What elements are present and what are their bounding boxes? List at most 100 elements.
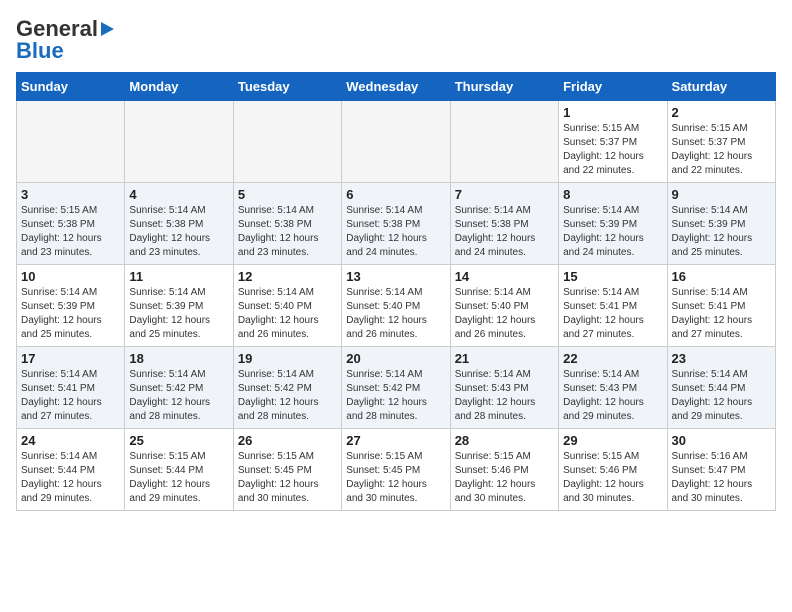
calendar-cell: 30 Sunrise: 5:16 AMSunset: 5:47 PMDayligh… bbox=[667, 429, 775, 511]
cell-info: Sunrise: 5:14 AMSunset: 5:43 PMDaylight:… bbox=[563, 368, 662, 424]
header-wednesday: Wednesday bbox=[342, 73, 450, 101]
logo: General Blue bbox=[16, 16, 116, 64]
calendar-cell: 1Sunrise: 5:15 AMSunset: 5:37 PMDaylight… bbox=[559, 101, 667, 183]
header-thursday: Thursday bbox=[450, 73, 558, 101]
day-number: 11 bbox=[129, 269, 228, 284]
calendar-cell: 14 Sunrise: 5:14 AMSunset: 5:40 PMDayligh… bbox=[450, 265, 558, 347]
calendar-cell: 28Sunrise: 5:15 AMSunset: 5:46 PMDayligh… bbox=[450, 429, 558, 511]
day-number: 27 bbox=[346, 433, 445, 448]
calendar-cell bbox=[233, 101, 341, 183]
cell-info: Sunrise: 5:14 AMSunset: 5:44 PMDaylight:… bbox=[672, 368, 771, 424]
calendar-cell: 6 Sunrise: 5:14 AMSunset: 5:38 PMDaylight… bbox=[342, 183, 450, 265]
cell-info: Sunrise: 5:14 AMSunset: 5:41 PMDaylight:… bbox=[563, 286, 662, 342]
cell-info: Sunrise: 5:14 AMSunset: 5:38 PMDaylight:… bbox=[455, 204, 554, 260]
calendar-cell: 25 Sunrise: 5:15 AMSunset: 5:44 PMDayligh… bbox=[125, 429, 233, 511]
day-number: 14 bbox=[455, 269, 554, 284]
calendar-cell: 16Sunrise: 5:14 AMSunset: 5:41 PMDayligh… bbox=[667, 265, 775, 347]
cell-info: Sunrise: 5:15 AMSunset: 5:37 PMDaylight:… bbox=[563, 122, 662, 178]
calendar-week-row: 24Sunrise: 5:14 AMSunset: 5:44 PMDayligh… bbox=[17, 429, 776, 511]
calendar-week-row: 10 Sunrise: 5:14 AMSunset: 5:39 PMDayligh… bbox=[17, 265, 776, 347]
day-number: 4 bbox=[129, 187, 228, 202]
day-number: 23 bbox=[672, 351, 771, 366]
calendar-cell bbox=[450, 101, 558, 183]
calendar-week-row: 1Sunrise: 5:15 AMSunset: 5:37 PMDaylight… bbox=[17, 101, 776, 183]
header-saturday: Saturday bbox=[667, 73, 775, 101]
calendar-cell: 11 Sunrise: 5:14 AMSunset: 5:39 PMDayligh… bbox=[125, 265, 233, 347]
day-number: 8 bbox=[563, 187, 662, 202]
day-number: 12 bbox=[238, 269, 337, 284]
day-number: 16 bbox=[672, 269, 771, 284]
day-number: 29 bbox=[563, 433, 662, 448]
day-number: 13 bbox=[346, 269, 445, 284]
cell-info: Sunrise: 5:14 AMSunset: 5:39 PMDaylight:… bbox=[129, 286, 228, 342]
cell-info: Sunrise: 5:14 AMSunset: 5:39 PMDaylight:… bbox=[21, 286, 120, 342]
calendar-cell: 29 Sunrise: 5:15 AMSunset: 5:46 PMDayligh… bbox=[559, 429, 667, 511]
calendar-cell: 18Sunrise: 5:14 AMSunset: 5:42 PMDayligh… bbox=[125, 347, 233, 429]
header-friday: Friday bbox=[559, 73, 667, 101]
calendar-cell: 19Sunrise: 5:14 AMSunset: 5:42 PMDayligh… bbox=[233, 347, 341, 429]
calendar-cell: 22 Sunrise: 5:14 AMSunset: 5:43 PMDayligh… bbox=[559, 347, 667, 429]
day-number: 17 bbox=[21, 351, 120, 366]
day-number: 21 bbox=[455, 351, 554, 366]
cell-info: Sunrise: 5:15 AMSunset: 5:38 PMDaylight:… bbox=[21, 204, 120, 260]
calendar-cell: 20Sunrise: 5:14 AMSunset: 5:42 PMDayligh… bbox=[342, 347, 450, 429]
day-number: 19 bbox=[238, 351, 337, 366]
cell-info: Sunrise: 5:14 AMSunset: 5:38 PMDaylight:… bbox=[238, 204, 337, 260]
cell-info: Sunrise: 5:14 AMSunset: 5:39 PMDaylight:… bbox=[672, 204, 771, 260]
cell-info: Sunrise: 5:15 AMSunset: 5:45 PMDaylight:… bbox=[238, 450, 337, 506]
cell-info: Sunrise: 5:14 AMSunset: 5:40 PMDaylight:… bbox=[238, 286, 337, 342]
calendar-cell: 4 Sunrise: 5:14 AMSunset: 5:38 PMDaylight… bbox=[125, 183, 233, 265]
header-monday: Monday bbox=[125, 73, 233, 101]
calendar-header-row: SundayMondayTuesdayWednesdayThursdayFrid… bbox=[17, 73, 776, 101]
cell-info: Sunrise: 5:14 AMSunset: 5:44 PMDaylight:… bbox=[21, 450, 120, 506]
day-number: 3 bbox=[21, 187, 120, 202]
calendar-cell: 5 Sunrise: 5:14 AMSunset: 5:38 PMDaylight… bbox=[233, 183, 341, 265]
day-number: 25 bbox=[129, 433, 228, 448]
cell-info: Sunrise: 5:15 AMSunset: 5:45 PMDaylight:… bbox=[346, 450, 445, 506]
day-number: 20 bbox=[346, 351, 445, 366]
cell-info: Sunrise: 5:15 AMSunset: 5:37 PMDaylight:… bbox=[672, 122, 771, 178]
logo-arrow-icon bbox=[101, 22, 114, 36]
day-number: 6 bbox=[346, 187, 445, 202]
calendar-cell: 10 Sunrise: 5:14 AMSunset: 5:39 PMDayligh… bbox=[17, 265, 125, 347]
calendar-cell bbox=[17, 101, 125, 183]
calendar-cell bbox=[125, 101, 233, 183]
calendar-cell: 3 Sunrise: 5:15 AMSunset: 5:38 PMDaylight… bbox=[17, 183, 125, 265]
day-number: 22 bbox=[563, 351, 662, 366]
cell-info: Sunrise: 5:14 AMSunset: 5:41 PMDaylight:… bbox=[21, 368, 120, 424]
day-number: 10 bbox=[21, 269, 120, 284]
header: General Blue bbox=[16, 16, 776, 64]
day-number: 15 bbox=[563, 269, 662, 284]
cell-info: Sunrise: 5:14 AMSunset: 5:40 PMDaylight:… bbox=[346, 286, 445, 342]
calendar-cell: 24Sunrise: 5:14 AMSunset: 5:44 PMDayligh… bbox=[17, 429, 125, 511]
calendar-cell: 26 Sunrise: 5:15 AMSunset: 5:45 PMDayligh… bbox=[233, 429, 341, 511]
header-tuesday: Tuesday bbox=[233, 73, 341, 101]
calendar-cell: 15 Sunrise: 5:14 AMSunset: 5:41 PMDayligh… bbox=[559, 265, 667, 347]
day-number: 30 bbox=[672, 433, 771, 448]
cell-info: Sunrise: 5:15 AMSunset: 5:46 PMDaylight:… bbox=[455, 450, 554, 506]
day-number: 7 bbox=[455, 187, 554, 202]
calendar-table: SundayMondayTuesdayWednesdayThursdayFrid… bbox=[16, 72, 776, 511]
cell-info: Sunrise: 5:14 AMSunset: 5:38 PMDaylight:… bbox=[129, 204, 228, 260]
cell-info: Sunrise: 5:14 AMSunset: 5:40 PMDaylight:… bbox=[455, 286, 554, 342]
day-number: 26 bbox=[238, 433, 337, 448]
calendar-week-row: 3 Sunrise: 5:15 AMSunset: 5:38 PMDaylight… bbox=[17, 183, 776, 265]
cell-info: Sunrise: 5:15 AMSunset: 5:44 PMDaylight:… bbox=[129, 450, 228, 506]
calendar-cell: 7 Sunrise: 5:14 AMSunset: 5:38 PMDaylight… bbox=[450, 183, 558, 265]
calendar-cell: 2 Sunrise: 5:15 AMSunset: 5:37 PMDaylight… bbox=[667, 101, 775, 183]
calendar-cell: 9Sunrise: 5:14 AMSunset: 5:39 PMDaylight… bbox=[667, 183, 775, 265]
day-number: 18 bbox=[129, 351, 228, 366]
cell-info: Sunrise: 5:14 AMSunset: 5:38 PMDaylight:… bbox=[346, 204, 445, 260]
day-number: 2 bbox=[672, 105, 771, 120]
calendar-cell: 17 Sunrise: 5:14 AMSunset: 5:41 PMDayligh… bbox=[17, 347, 125, 429]
header-sunday: Sunday bbox=[17, 73, 125, 101]
calendar-week-row: 17 Sunrise: 5:14 AMSunset: 5:41 PMDayligh… bbox=[17, 347, 776, 429]
calendar-cell: 8 Sunrise: 5:14 AMSunset: 5:39 PMDaylight… bbox=[559, 183, 667, 265]
cell-info: Sunrise: 5:14 AMSunset: 5:39 PMDaylight:… bbox=[563, 204, 662, 260]
day-number: 5 bbox=[238, 187, 337, 202]
calendar-cell: 13 Sunrise: 5:14 AMSunset: 5:40 PMDayligh… bbox=[342, 265, 450, 347]
cell-info: Sunrise: 5:15 AMSunset: 5:46 PMDaylight:… bbox=[563, 450, 662, 506]
cell-info: Sunrise: 5:16 AMSunset: 5:47 PMDaylight:… bbox=[672, 450, 771, 506]
calendar-cell: 21Sunrise: 5:14 AMSunset: 5:43 PMDayligh… bbox=[450, 347, 558, 429]
calendar-cell: 23 Sunrise: 5:14 AMSunset: 5:44 PMDayligh… bbox=[667, 347, 775, 429]
